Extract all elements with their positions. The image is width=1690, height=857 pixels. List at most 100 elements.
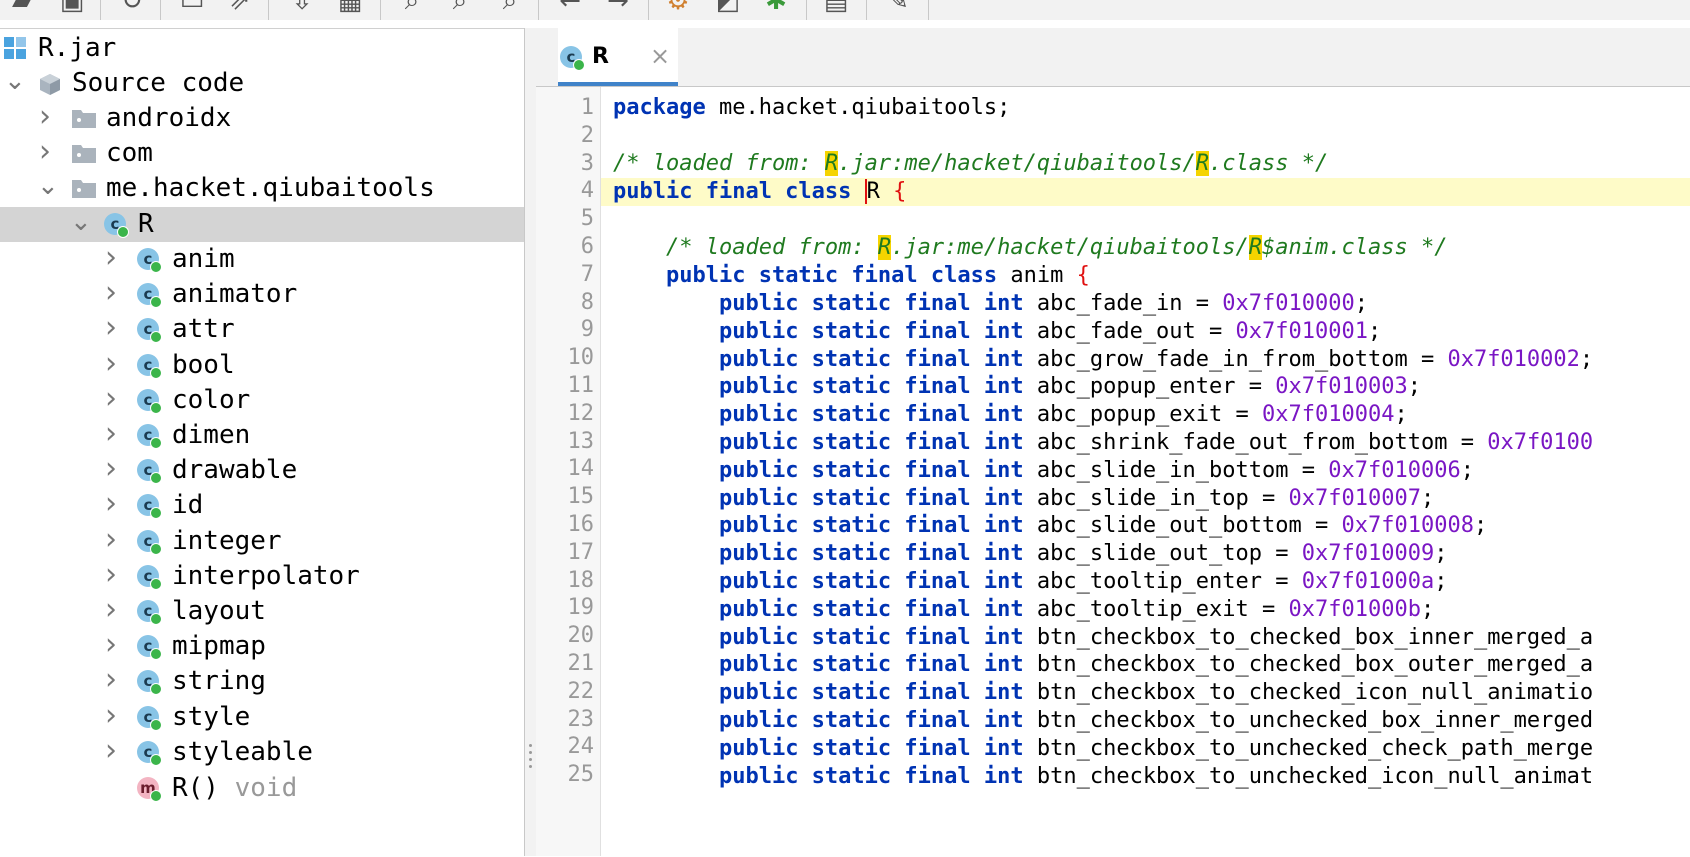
forward-icon[interactable]: →: [604, 0, 632, 16]
wrench-icon[interactable]: ✎: [884, 0, 912, 16]
search-icon[interactable]: ⌕: [398, 0, 426, 16]
chevron-right-icon[interactable]: [103, 283, 119, 303]
line-number: 4: [580, 178, 594, 204]
search-class-icon[interactable]: ⌕: [446, 0, 474, 16]
method-icon: m: [137, 777, 162, 802]
splitter-grip: [529, 744, 532, 747]
line-number: 14: [567, 456, 595, 482]
open-folder-icon[interactable]: ▰: [8, 0, 36, 16]
tree-inner-class[interactable]: cstring: [0, 664, 524, 699]
class-icon: c: [137, 318, 162, 344]
grid-icon[interactable]: ▦: [336, 0, 364, 16]
tree-label: R: [138, 209, 154, 239]
chevron-right-icon[interactable]: [103, 318, 119, 338]
tree-label: anim: [172, 244, 235, 274]
toolbar: ▰ ▣ ↻ ▭ ⇗ ⇩ ▦ ⌕ ⌕ ⌕ ← → ⚙ ◩ ✱ ▤ ✎: [0, 0, 1690, 20]
tree-package-qiubaitools[interactable]: me.hacket.qiubaitools: [0, 171, 524, 206]
chevron-right-icon[interactable]: [37, 142, 53, 162]
tree-inner-class[interactable]: canim: [0, 242, 524, 277]
tree-inner-class[interactable]: ccolor: [0, 383, 524, 418]
chevron-down-icon[interactable]: [70, 213, 86, 233]
chevron-down-icon[interactable]: [4, 72, 20, 92]
lock-settings-icon[interactable]: ⚙: [664, 0, 692, 16]
code-editor[interactable]: package me.hacket.qiubaitools; /* loaded…: [601, 87, 1690, 856]
method-return-type: void: [234, 773, 298, 803]
tree-label: id: [172, 490, 204, 521]
tree-source-code[interactable]: Source code: [0, 66, 524, 101]
tree-label: mipmap: [172, 631, 266, 662]
tree-inner-class[interactable]: c drawable: [0, 453, 524, 488]
code-line: public static final int btn_checkbox_to_…: [718, 680, 1594, 706]
chevron-right-icon[interactable]: [103, 424, 119, 444]
tab-title: R: [592, 44, 609, 69]
chevron-right-icon[interactable]: [37, 107, 53, 127]
tree-inner-class[interactable]: cid: [0, 488, 524, 523]
close-icon[interactable]: ×: [650, 41, 670, 71]
chevron-right-icon[interactable]: [103, 670, 119, 690]
log-icon[interactable]: ▤: [822, 0, 850, 16]
jar-icon: [4, 37, 28, 59]
class-icon: c: [137, 248, 162, 273]
tree-inner-class[interactable]: cmipmap: [0, 629, 524, 664]
back-icon[interactable]: ←: [556, 0, 584, 16]
line-number: 10: [567, 345, 595, 371]
tree-inner-class[interactable]: c styleable: [0, 735, 524, 770]
class-icon: c: [137, 353, 162, 379]
chevron-down-icon[interactable]: [37, 177, 53, 197]
download-icon[interactable]: ⇩: [288, 0, 316, 16]
class-icon: c: [137, 529, 162, 555]
class-icon: c: [137, 494, 162, 520]
tree-inner-class[interactable]: c integer: [0, 524, 524, 559]
tree-label: styleable: [172, 736, 313, 767]
chevron-right-icon[interactable]: [103, 354, 119, 374]
debug-icon[interactable]: ✱: [762, 0, 790, 16]
tree-label: string: [172, 666, 266, 697]
tree-class-R[interactable]: c R: [0, 207, 524, 242]
line-number: 3: [580, 150, 594, 176]
deobfuscate-icon[interactable]: ◩: [714, 0, 742, 16]
tree-method-constructor[interactable]: m R() void: [0, 771, 524, 806]
tree-package-androidx[interactable]: androidx: [0, 101, 524, 136]
chevron-right-icon[interactable]: [103, 565, 119, 585]
tree-label: R() void: [172, 771, 297, 806]
tree-inner-class[interactable]: cattr: [0, 312, 524, 347]
code-line: public static final class anim {: [665, 263, 1090, 288]
chevron-right-icon[interactable]: [103, 706, 119, 726]
class-icon: c: [104, 213, 129, 238]
save-icon[interactable]: ▭: [178, 0, 206, 16]
tree-inner-class[interactable]: c animator: [0, 277, 524, 312]
class-icon: c: [137, 705, 162, 731]
chevron-right-icon[interactable]: [103, 494, 119, 514]
tree-label: com: [106, 138, 153, 168]
export-icon[interactable]: ⇗: [226, 0, 254, 16]
chevron-right-icon[interactable]: [103, 248, 119, 268]
tree-inner-class[interactable]: clayout: [0, 594, 524, 629]
tree-root-jar[interactable]: R.jar: [0, 31, 524, 66]
chevron-right-icon[interactable]: [103, 635, 119, 655]
tree-inner-class[interactable]: cstyle: [0, 700, 524, 735]
code-line: /* loaded from: R.jar:me/hacket/qiubaito…: [665, 235, 1448, 260]
tree-package-com[interactable]: com: [0, 136, 524, 171]
tree-inner-class[interactable]: cdimen: [0, 418, 524, 453]
chevron-right-icon[interactable]: [103, 741, 119, 761]
tab-R[interactable]: c R ×: [558, 28, 678, 86]
search-usage-icon[interactable]: ⌕: [496, 0, 524, 16]
line-number: 12: [567, 400, 595, 426]
line-number: 6: [580, 234, 594, 259]
line-number: 23: [567, 706, 595, 732]
splitter-grip: [529, 751, 532, 754]
code-line: public static final int abc_fade_out = 0…: [718, 318, 1382, 344]
tree-label: attr: [172, 314, 235, 345]
tree-inner-class[interactable]: cbool: [0, 348, 524, 383]
chevron-right-icon[interactable]: [103, 459, 119, 479]
chevron-right-icon[interactable]: [103, 600, 119, 620]
code-line: public static final int btn_checkbox_to_…: [718, 624, 1594, 650]
line-number: 1: [580, 95, 594, 120]
tree-inner-class[interactable]: c interpolator: [0, 559, 524, 594]
line-number: 2: [580, 122, 594, 148]
chevron-right-icon[interactable]: [103, 530, 119, 550]
refresh-icon[interactable]: ↻: [118, 0, 146, 16]
chevron-right-icon[interactable]: [103, 389, 119, 409]
toolbar-separator: [380, 0, 381, 20]
add-file-icon[interactable]: ▣: [58, 0, 86, 16]
